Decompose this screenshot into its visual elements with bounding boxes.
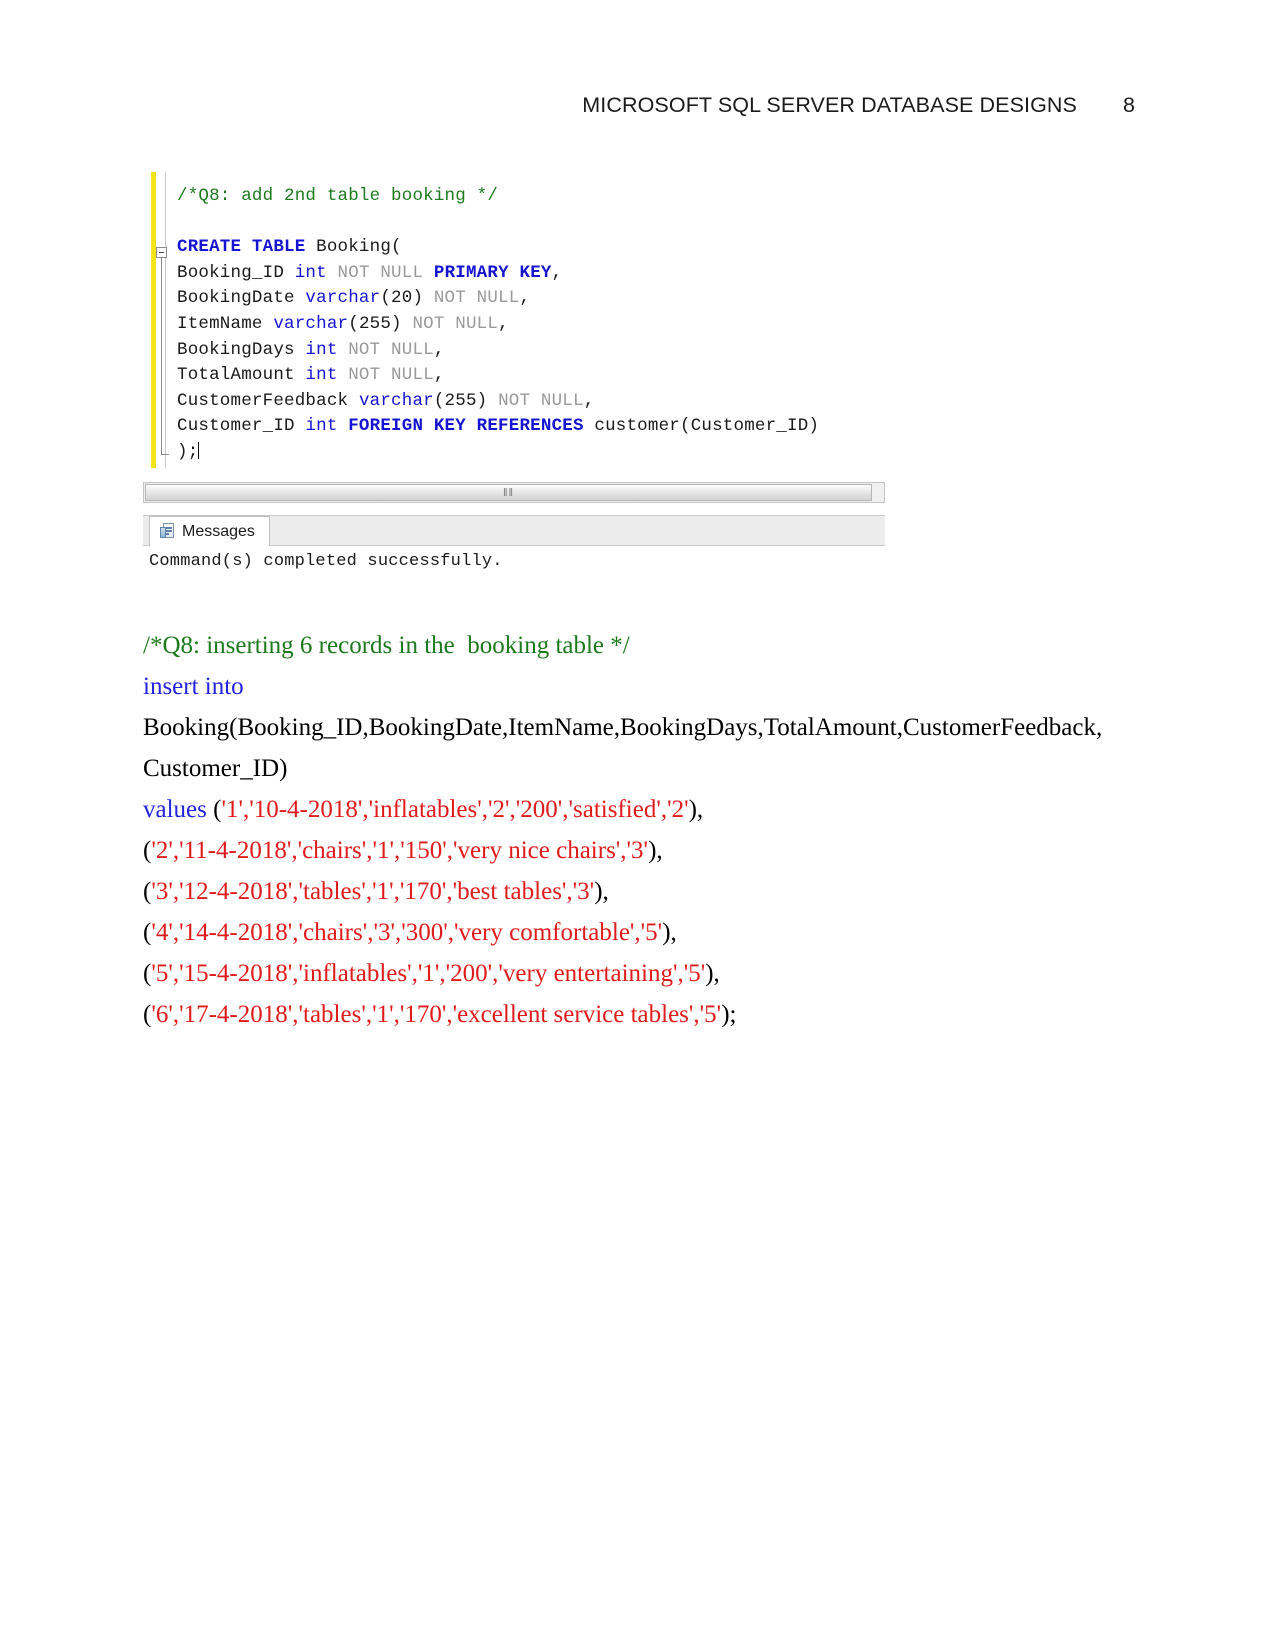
code-line: Customer_ID int FOREIGN KEY REFERENCES c… [177,414,885,440]
code-token: (255) [348,313,413,334]
code-token: Booking_ID [177,262,295,283]
code-token: ItemName [177,313,274,334]
document-text-run: ), [688,796,704,823]
document-text-run: '2','11-4-2018','chairs','1','150','very… [151,837,649,864]
code-line: BookingDays int NOT NULL, [177,338,885,364]
code-token: , [583,390,595,411]
code-line: CREATE TABLE Booking( [177,235,885,261]
document-text-run: '4','14-4-2018','chairs','3','300','very… [151,919,663,946]
page-header: MICROSOFT SQL SERVER DATABASE DESIGNS 8 [0,93,1275,129]
code-token: NOT NULL [348,339,434,360]
changed-lines-gutter-marker [151,172,156,468]
ssms-screenshot: /*Q8: add 2nd table booking */ CREATE TAB… [143,168,885,571]
code-line: CustomerFeedback varchar(255) NOT NULL, [177,389,885,415]
document-text-run: '1','10-4-2018','inflatables','2','200',… [221,796,689,823]
code-token: ); [177,441,199,462]
code-token: , [433,365,445,386]
code-token: NOT NULL [337,262,434,283]
code-token: PRIMARY KEY [433,262,552,283]
code-line: TotalAmount int NOT NULL, [177,363,885,389]
code-line: /*Q8: add 2nd table booking */ [177,184,885,210]
document-text-run: values [143,796,214,823]
document-text-run: '5','15-4-2018','inflatables','1','200',… [151,960,706,987]
document-line: ('3','12-4-2018','tables','1','170','bes… [143,871,1143,912]
results-tab-strip: Messages [143,515,885,546]
document-text-run: /*Q8: inserting 6 records in the booking… [143,632,630,659]
code-token: NOT NULL [433,288,520,309]
code-line: BookingDate varchar(20) NOT NULL, [177,286,885,312]
code-token: int [305,416,349,437]
document-line: ('6','17-4-2018','tables','1','170','exc… [143,994,1143,1035]
document-line: Customer_ID) [143,748,1143,789]
document-line: ('4','14-4-2018','chairs','3','300','ver… [143,912,1143,953]
code-line: ItemName varchar(255) NOT NULL, [177,312,885,338]
code-token: /*Q8: add 2nd table booking */ [177,186,499,206]
document-text-run: ), [705,960,720,987]
code-token: CREATE TABLE [177,237,317,258]
messages-output-text: Command(s) completed successfully. [149,552,503,571]
messages-icon [160,523,175,540]
document-body: /*Q8: inserting 6 records in the booking… [143,625,1143,1035]
document-line: values ('1','10-4-2018','inflatables','2… [143,789,1143,830]
editor-horizontal-scrollbar[interactable]: ‖‖ [143,482,885,503]
code-token: NOT NULL [498,390,584,411]
code-token: FOREIGN KEY REFERENCES [348,416,595,437]
scrollbar-grip-icon: ‖‖ [502,486,515,499]
document-text-run: insert into [143,673,244,700]
code-token: customer(Customer_ID) [594,416,820,437]
code-token: (255) [433,390,499,411]
tab-messages[interactable]: Messages [149,516,270,546]
page-title: MICROSOFT SQL SERVER DATABASE DESIGNS [582,93,1077,117]
document-text-run: ); [721,1001,737,1028]
code-line: Booking_ID int NOT NULL PRIMARY KEY, [177,261,885,287]
document-text-run: ), [594,878,609,905]
code-token: varchar [305,288,381,309]
code-token: , [519,288,531,309]
code-token: , [498,313,509,334]
code-token: (20) [380,288,434,309]
code-token: Customer_ID [177,416,306,437]
code-token: varchar [273,313,349,334]
document-text-run: ), [662,919,677,946]
sql-editor-pane[interactable]: /*Q8: add 2nd table booking */ CREATE TAB… [143,168,885,480]
document-line: Booking(Booking_ID,BookingDate,ItemName,… [143,707,1143,748]
tab-messages-label: Messages [182,522,255,540]
document-text-run: ), [648,837,663,864]
code-token: TotalAmount [177,365,306,386]
code-token: , [433,339,445,360]
document-line: ('2','11-4-2018','chairs','1','150','ver… [143,830,1143,871]
code-token: BookingDate [177,288,306,309]
page-number: 8 [1123,93,1135,117]
code-token: NOT NULL [348,365,434,386]
document-text-run: '6','17-4-2018','tables','1','170','exce… [151,1001,722,1028]
document-line: insert into [143,666,1143,707]
document-text-run: Booking(Booking_ID,BookingDate,ItemName,… [143,714,1103,741]
sql-code-text[interactable]: /*Q8: add 2nd table booking */ CREATE TAB… [177,184,885,466]
code-token: int [305,365,349,386]
document-line: /*Q8: inserting 6 records in the booking… [143,625,1143,666]
code-token: int [294,262,338,283]
code-token: CustomerFeedback [177,390,359,411]
code-token: NOT NULL [412,313,499,334]
collapse-region-icon[interactable] [156,247,167,258]
code-token: BookingDays [177,339,306,360]
messages-output-pane[interactable]: Command(s) completed successfully. [143,546,885,571]
pane-separator [143,503,885,515]
text-cursor [198,441,200,459]
code-token: , [551,262,563,283]
code-token: varchar [358,390,434,411]
scrollbar-thumb[interactable]: ‖‖ [145,484,872,501]
outlining-bracket [161,258,169,455]
code-token: int [305,339,349,360]
document-text-run: '3','12-4-2018','tables','1','170','best… [151,878,595,905]
document-text-run: Customer_ID) [143,755,288,782]
code-line: ); [177,440,885,466]
code-token: Booking( [316,237,402,258]
document-line: ('5','15-4-2018','inflatables','1','200'… [143,953,1143,994]
